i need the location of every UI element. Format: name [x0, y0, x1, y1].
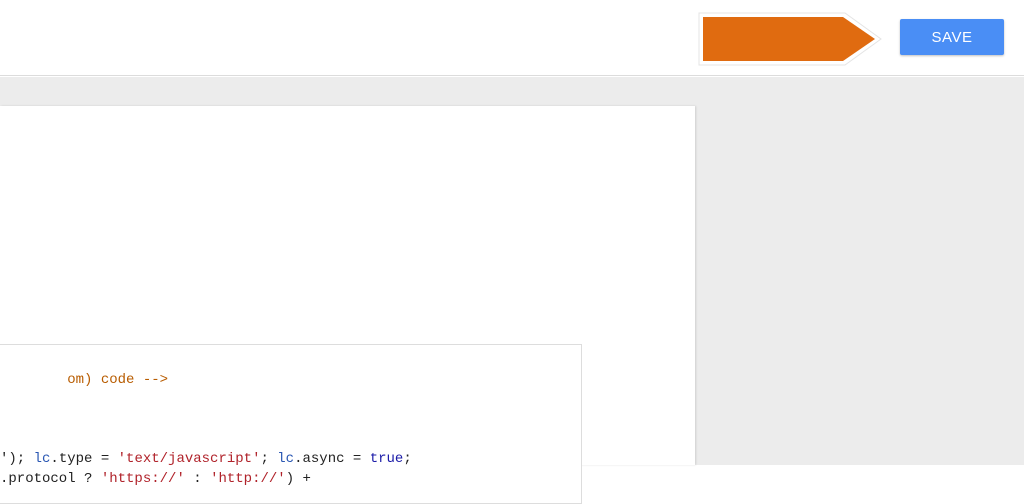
- code-line: om) code -->: [0, 350, 168, 410]
- code-line: .protocol ? 'https://' : 'http://') +: [0, 469, 311, 489]
- arrow-callout-icon: [698, 12, 882, 66]
- editor-workspace: om) code --> '); lc.type = 'text/javascr…: [0, 77, 1024, 504]
- code-text: ) +: [285, 471, 311, 487]
- top-toolbar: SAVE: [0, 0, 1024, 76]
- save-button[interactable]: SAVE: [900, 19, 1004, 55]
- code-string: 'https://': [100, 471, 185, 487]
- code-text: :: [184, 471, 211, 487]
- code-comment: om) code -->: [67, 372, 169, 388]
- code-text: .protocol ?: [0, 471, 101, 487]
- code-snippet-box[interactable]: om) code --> '); lc.type = 'text/javascr…: [0, 344, 582, 504]
- settings-panel: om) code --> '); lc.type = 'text/javascr…: [0, 106, 695, 504]
- code-string: 'http://': [210, 471, 286, 487]
- code-line: '); lc.type = 'text/javascript'; lc.asyn…: [0, 449, 412, 469]
